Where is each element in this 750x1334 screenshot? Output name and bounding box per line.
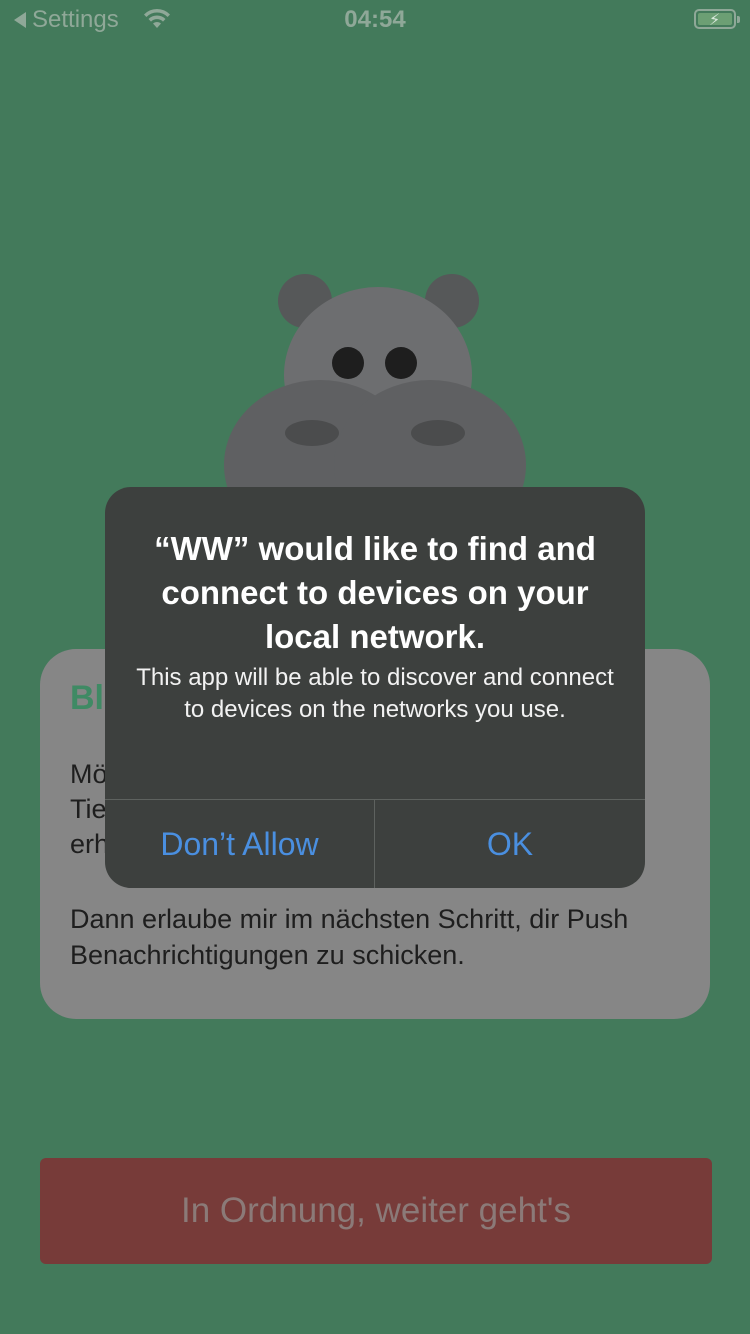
alert-message: This app will be able to discover and co…: [136, 664, 614, 723]
hippo-left-eye: [332, 347, 364, 379]
continue-button[interactable]: In Ordnung, weiter geht's: [40, 1158, 712, 1264]
ok-button[interactable]: OK: [375, 800, 645, 888]
card-text-line-3: erh: [70, 829, 110, 859]
dont-allow-button[interactable]: Don’t Allow: [105, 800, 374, 888]
card-text-line-1: Mö: [70, 759, 108, 789]
hippo-right-nostril: [411, 420, 465, 446]
alert-title: “WW” would like to find and connect to d…: [154, 530, 596, 655]
card-text-line-2: Tie: [70, 794, 107, 824]
hippo-illustration: [224, 274, 526, 520]
hippo-right-eye: [385, 347, 417, 379]
local-network-permission-alert: “WW” would like to find and connect to d…: [105, 487, 645, 888]
card-paragraph-2: Dann erlaube mir im nächsten Schritt, di…: [70, 904, 629, 970]
card-title: Bl: [70, 679, 104, 717]
hippo-left-nostril: [285, 420, 339, 446]
